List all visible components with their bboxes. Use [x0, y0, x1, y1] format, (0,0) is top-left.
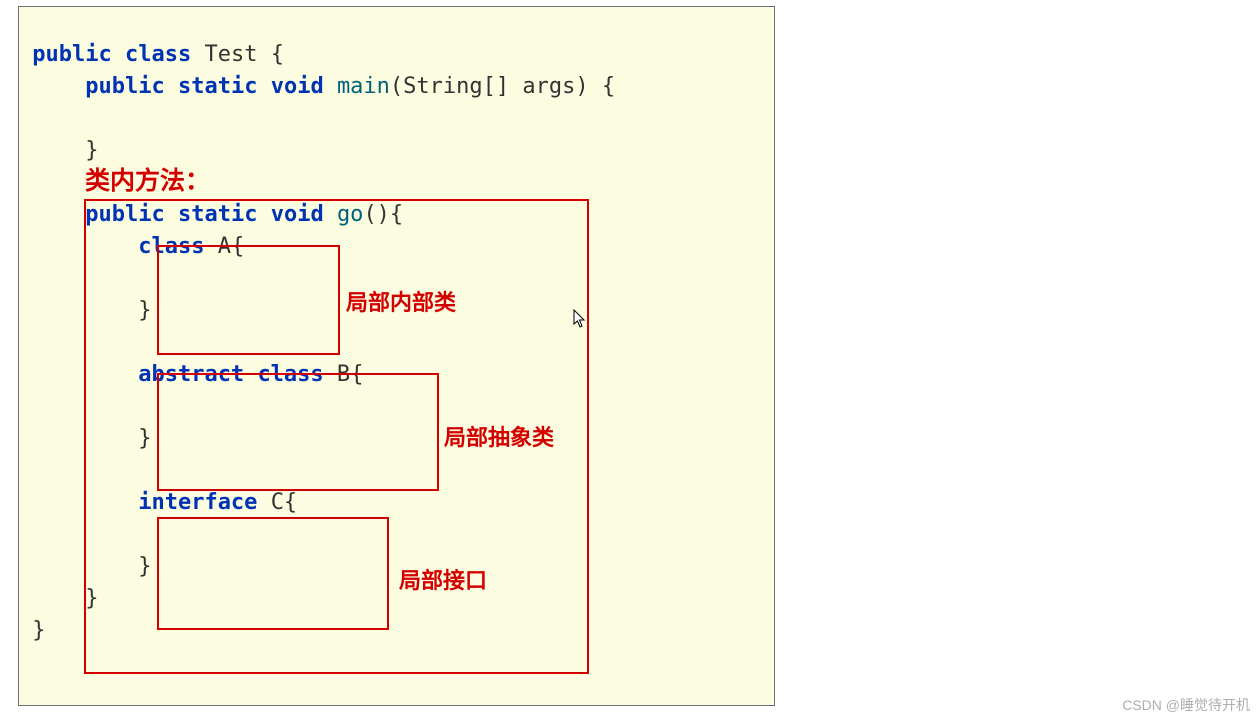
kw-void: void	[271, 74, 324, 99]
close-outer: }	[32, 618, 45, 643]
code-panel: public class Test { public static void m…	[18, 6, 775, 706]
annotation-local-interface: 局部接口	[399, 563, 487, 595]
close-main: }	[85, 138, 98, 163]
type-string: String	[403, 74, 482, 99]
kw-public: public	[85, 74, 164, 99]
method-main: main	[337, 74, 390, 99]
watermark: CSDN @睡觉待开机	[1122, 695, 1250, 715]
annotation-title: 类内方法：	[85, 161, 210, 197]
kw-public: public	[32, 42, 111, 67]
box-class-a	[157, 245, 340, 355]
kw-static: static	[178, 74, 257, 99]
kw-class: class	[125, 42, 191, 67]
ident-test: Test	[204, 42, 257, 67]
args-rest: [] args) {	[483, 74, 615, 99]
box-interface-c	[157, 517, 389, 630]
paren: (	[390, 74, 403, 99]
annotation-local-abstract-class: 局部抽象类	[444, 420, 554, 452]
annotation-local-inner-class: 局部内部类	[346, 285, 456, 317]
box-class-b	[157, 373, 439, 491]
brace: {	[271, 42, 284, 67]
